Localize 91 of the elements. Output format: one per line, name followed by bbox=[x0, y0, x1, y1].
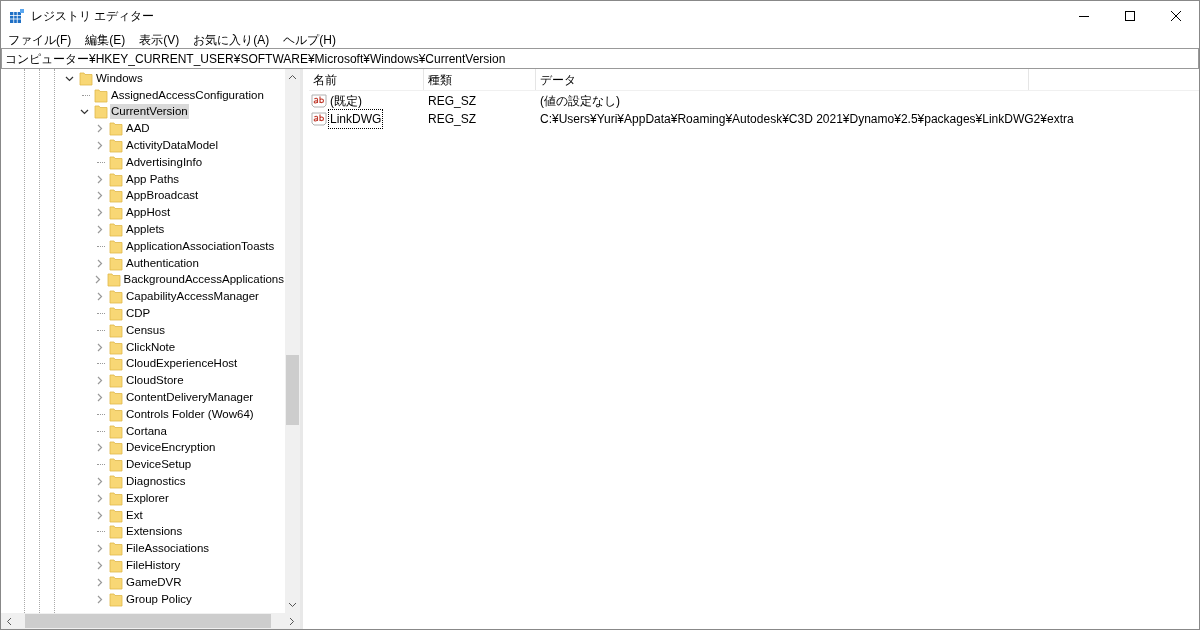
collapse-chevron-icon[interactable] bbox=[79, 107, 89, 117]
folder-icon bbox=[79, 70, 93, 86]
tree-item[interactable]: AAD bbox=[125, 121, 151, 137]
vertical-scrollbar[interactable] bbox=[285, 69, 300, 613]
folder-icon bbox=[109, 406, 123, 422]
tree-item[interactable]: CloudStore bbox=[125, 373, 185, 389]
tree-item[interactable]: AppBroadcast bbox=[125, 188, 200, 204]
folder-icon bbox=[109, 154, 123, 170]
folder-icon bbox=[109, 255, 123, 271]
maximize-icon bbox=[1125, 11, 1135, 21]
menu-item[interactable]: ヘルプ(H) bbox=[278, 30, 341, 49]
tree-item[interactable]: ClickNote bbox=[125, 339, 177, 355]
tree-item[interactable]: Explorer bbox=[125, 490, 170, 506]
registry-app-icon bbox=[9, 8, 25, 24]
value-type: REG_SZ bbox=[428, 112, 476, 126]
close-icon bbox=[1171, 11, 1181, 21]
folder-icon bbox=[109, 356, 123, 372]
folder-icon bbox=[109, 339, 123, 355]
string-value-icon bbox=[311, 94, 327, 108]
tree-item[interactable]: FileAssociations bbox=[125, 541, 211, 557]
folder-icon bbox=[109, 306, 123, 322]
tree-item[interactable]: Controls Folder (Wow64) bbox=[125, 406, 255, 422]
column-header[interactable]: 種類 bbox=[424, 69, 536, 90]
folder-icon bbox=[109, 524, 123, 540]
menu-item[interactable]: 表示(V) bbox=[134, 30, 185, 49]
tree-item[interactable]: BackgroundAccessApplications bbox=[122, 272, 285, 288]
menu-item[interactable]: ファイル(F) bbox=[3, 30, 77, 49]
value-name[interactable]: (既定) bbox=[328, 91, 364, 111]
tree-item[interactable]: Census bbox=[125, 322, 166, 338]
tree-item[interactable]: ContentDeliveryManager bbox=[125, 390, 255, 406]
tree-item[interactable]: CapabilityAccessManager bbox=[125, 289, 260, 305]
tree-item[interactable]: GameDVR bbox=[125, 574, 183, 590]
expand-chevron-icon[interactable] bbox=[93, 275, 103, 285]
tree-item[interactable]: ApplicationAssociationToasts bbox=[125, 238, 276, 254]
tree-item[interactable]: Cortana bbox=[125, 423, 168, 439]
folder-icon bbox=[109, 490, 123, 506]
folder-icon bbox=[109, 591, 123, 607]
address-bar[interactable]: コンピューター¥HKEY_CURRENT_USER¥SOFTWARE¥Microsoft¥Windows¥CurrentVersion bbox=[1, 48, 1199, 69]
folder-icon bbox=[94, 87, 108, 103]
value-data: (値の設定なし) bbox=[540, 94, 620, 108]
folder-icon bbox=[109, 188, 123, 204]
folder-icon bbox=[109, 507, 123, 523]
tree-item[interactable]: Authentication bbox=[125, 255, 200, 271]
folder-icon bbox=[109, 222, 123, 238]
tree-item[interactable]: Applets bbox=[125, 222, 166, 238]
folder-icon bbox=[109, 390, 123, 406]
tree-item[interactable]: DeviceEncryption bbox=[125, 440, 217, 456]
folder-icon bbox=[109, 138, 123, 154]
folder-icon bbox=[109, 373, 123, 389]
tree-item[interactable]: ActivityDataModel bbox=[125, 138, 220, 154]
folder-icon bbox=[109, 121, 123, 137]
column-header[interactable]: 名前 bbox=[309, 69, 424, 90]
tree-item[interactable]: Windows bbox=[95, 70, 144, 86]
column-header[interactable]: データ bbox=[536, 69, 1029, 90]
folder-icon bbox=[109, 558, 123, 573]
folder-icon bbox=[109, 574, 123, 590]
menu-item[interactable]: 編集(E) bbox=[80, 30, 131, 49]
folder-icon bbox=[109, 457, 123, 473]
tree-item[interactable]: CurrentVersion bbox=[110, 104, 189, 120]
folder-icon bbox=[109, 289, 123, 305]
folder-icon bbox=[109, 238, 123, 254]
tree-item[interactable]: App Paths bbox=[125, 171, 181, 187]
horizontal-scrollbar[interactable] bbox=[1, 613, 300, 629]
value-data: C:¥Users¥Yuri¥AppData¥Roaming¥Autodesk¥C3D 2021¥Dynamo¥2.5¥packages¥LinkDWG2¥extra bbox=[540, 112, 1074, 126]
scroll-thumb[interactable] bbox=[286, 355, 299, 425]
tree-item[interactable]: Diagnostics bbox=[125, 474, 187, 489]
tree-item[interactable]: FileHistory bbox=[125, 558, 182, 573]
scroll-thumb[interactable] bbox=[25, 614, 271, 628]
window-title: レジストリ エディター bbox=[31, 8, 155, 25]
folder-icon bbox=[109, 541, 123, 557]
folder-icon bbox=[109, 171, 123, 187]
folder-icon bbox=[109, 205, 123, 221]
tree-item[interactable]: AdvertisingInfo bbox=[125, 154, 204, 170]
folder-icon bbox=[109, 322, 123, 338]
folder-icon bbox=[109, 423, 123, 439]
value-type: REG_SZ bbox=[428, 94, 476, 108]
tree-item[interactable]: AssignedAccessConfiguration bbox=[110, 87, 265, 103]
folder-icon bbox=[109, 474, 123, 489]
string-value-icon bbox=[311, 112, 327, 126]
menu-item[interactable]: お気に入り(A) bbox=[188, 30, 275, 49]
folder-icon bbox=[106, 272, 121, 288]
value-name[interactable]: LinkDWG bbox=[328, 109, 384, 129]
folder-icon bbox=[94, 104, 108, 120]
tree-item[interactable]: Ext bbox=[125, 507, 144, 523]
tree-item[interactable]: CloudExperienceHost bbox=[125, 356, 239, 372]
tree-item[interactable]: Extensions bbox=[125, 524, 184, 540]
tree-item[interactable]: CDP bbox=[125, 306, 152, 322]
tree-item[interactable]: AppHost bbox=[125, 205, 172, 221]
tree-item[interactable]: DeviceSetup bbox=[125, 457, 193, 473]
folder-icon bbox=[109, 440, 123, 456]
tree-item[interactable]: Group Policy bbox=[125, 591, 193, 607]
